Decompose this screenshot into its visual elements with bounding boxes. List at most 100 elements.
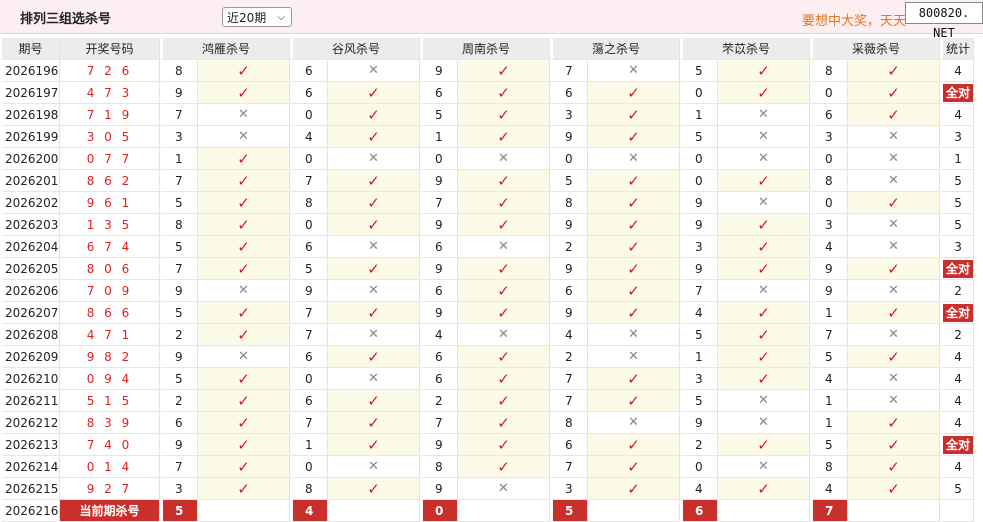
- check-icon: ✓: [458, 104, 550, 126]
- check-icon: ✓: [198, 302, 290, 324]
- check-icon: ✓: [887, 303, 900, 322]
- table-row: 2026215 9 2 7 3 ✓ 8 ✓ 9 ✕ 3 ✓ 4 ✓ 4 ✓ 5: [2, 478, 975, 500]
- stat-cell: 5: [940, 192, 975, 214]
- check-icon: ✓: [887, 347, 900, 366]
- table-row: 2026209 9 8 2 9 ✕ 6 ✓ 6 ✓ 2 ✕ 1 ✓ 5 ✓ 4: [2, 346, 975, 368]
- check-icon: ✓: [367, 391, 380, 410]
- check-icon: ✓: [458, 170, 550, 192]
- check-icon: ✓: [237, 325, 250, 344]
- kill-number: 4: [420, 324, 458, 346]
- check-icon: ✓: [887, 61, 900, 80]
- kill-number: 0: [810, 192, 848, 214]
- check-icon: ✓: [887, 259, 900, 278]
- kill-number: 6: [550, 434, 588, 456]
- draw-numbers: 7 2 6: [60, 60, 160, 82]
- cross-icon: ✕: [498, 151, 509, 166]
- check-icon: ✓: [198, 456, 290, 478]
- check-icon: ✓: [328, 104, 420, 126]
- stat-cell: 3: [940, 126, 975, 148]
- check-icon: ✓: [497, 413, 510, 432]
- stat-cell: 4: [940, 346, 975, 368]
- check-icon: ✓: [588, 368, 680, 390]
- cross-icon: ✕: [718, 412, 810, 434]
- cross-icon: ✕: [238, 283, 249, 298]
- check-icon: ✓: [328, 434, 420, 456]
- cross-icon: ✕: [888, 393, 899, 408]
- check-icon: ✓: [328, 258, 420, 280]
- kill-number: 6: [420, 280, 458, 302]
- all-correct-badge: 全对: [943, 259, 974, 278]
- kill-number: 7: [290, 170, 328, 192]
- check-icon: ✓: [718, 368, 810, 390]
- kill-number: 7: [290, 302, 328, 324]
- check-icon: ✓: [588, 104, 680, 126]
- check-icon: ✓: [627, 303, 640, 322]
- check-icon: ✓: [497, 105, 510, 124]
- cross-icon: ✕: [588, 346, 680, 368]
- kill-number: 9: [550, 126, 588, 148]
- check-icon: ✓: [328, 214, 420, 236]
- check-icon: ✓: [328, 478, 420, 500]
- cross-icon: ✕: [368, 63, 379, 78]
- cross-icon: ✕: [718, 280, 810, 302]
- kill-number: 1: [290, 434, 328, 456]
- check-icon: ✓: [848, 192, 940, 214]
- check-icon: ✓: [497, 347, 510, 366]
- cross-icon: ✕: [628, 151, 639, 166]
- check-icon: ✓: [757, 61, 770, 80]
- kill-number: 9: [160, 82, 198, 104]
- cross-icon: ✕: [718, 104, 810, 126]
- kill-number: 9: [810, 258, 848, 280]
- check-icon: ✓: [497, 171, 510, 190]
- kill-number: 6: [160, 412, 198, 434]
- check-icon: ✓: [198, 148, 290, 170]
- check-icon: ✓: [458, 126, 550, 148]
- kill-number: 9: [420, 478, 458, 500]
- kill-number: 8: [160, 60, 198, 82]
- kill-number-table: 期号 开奖号码 鸿雁杀号 谷风杀号 周南杀号 蕩之杀号 芣苡杀号 采薇杀号 统计…: [2, 38, 975, 522]
- check-icon: ✓: [237, 413, 250, 432]
- kill-number: 0: [420, 148, 458, 170]
- table-row: 2026196 7 2 6 8 ✓ 6 ✕ 9 ✓ 7 ✕ 5 ✓ 8 ✓ 4: [2, 60, 975, 82]
- draw-numbers: 8 6 2: [60, 170, 160, 192]
- issue-cell: 2026205: [2, 258, 60, 280]
- check-icon: ✓: [627, 171, 640, 190]
- issue-cell: 2026202: [2, 192, 60, 214]
- cross-icon: ✕: [368, 283, 379, 298]
- kill-number: 5: [160, 236, 198, 258]
- kill-number: 7: [680, 280, 718, 302]
- check-icon: ✓: [237, 215, 250, 234]
- period-select[interactable]: 近20期 ⌵: [222, 7, 292, 27]
- check-icon: ✓: [588, 434, 680, 456]
- kill-number: 0: [290, 104, 328, 126]
- draw-numbers: 6 7 4: [60, 236, 160, 258]
- check-icon: ✓: [627, 391, 640, 410]
- cross-icon: ✕: [758, 283, 769, 298]
- check-icon: ✓: [757, 347, 770, 366]
- check-icon: ✓: [757, 215, 770, 234]
- check-icon: ✓: [458, 302, 550, 324]
- kill-number: 8: [290, 478, 328, 500]
- check-icon: ✓: [237, 391, 250, 410]
- stat-cell: 4: [940, 390, 975, 412]
- cross-icon: ✕: [718, 192, 810, 214]
- check-icon: ✓: [497, 83, 510, 102]
- check-icon: ✓: [328, 126, 420, 148]
- kill-number: 7: [420, 412, 458, 434]
- stat-cell: 4: [940, 368, 975, 390]
- cross-icon: ✕: [848, 324, 940, 346]
- kill-number: 9: [420, 60, 458, 82]
- check-icon: ✓: [757, 259, 770, 278]
- kill-number: 6: [420, 236, 458, 258]
- check-icon: ✓: [237, 259, 250, 278]
- check-icon: ✓: [198, 368, 290, 390]
- check-icon: ✓: [848, 346, 940, 368]
- kill-number: 8: [550, 192, 588, 214]
- check-icon: ✓: [328, 412, 420, 434]
- check-icon: ✓: [367, 435, 380, 454]
- issue-cell: 2026203: [2, 214, 60, 236]
- kill-number: 7: [810, 324, 848, 346]
- page-title: 排列三组选杀号: [20, 12, 112, 27]
- check-icon: ✓: [627, 435, 640, 454]
- issue-cell: 2026204: [2, 236, 60, 258]
